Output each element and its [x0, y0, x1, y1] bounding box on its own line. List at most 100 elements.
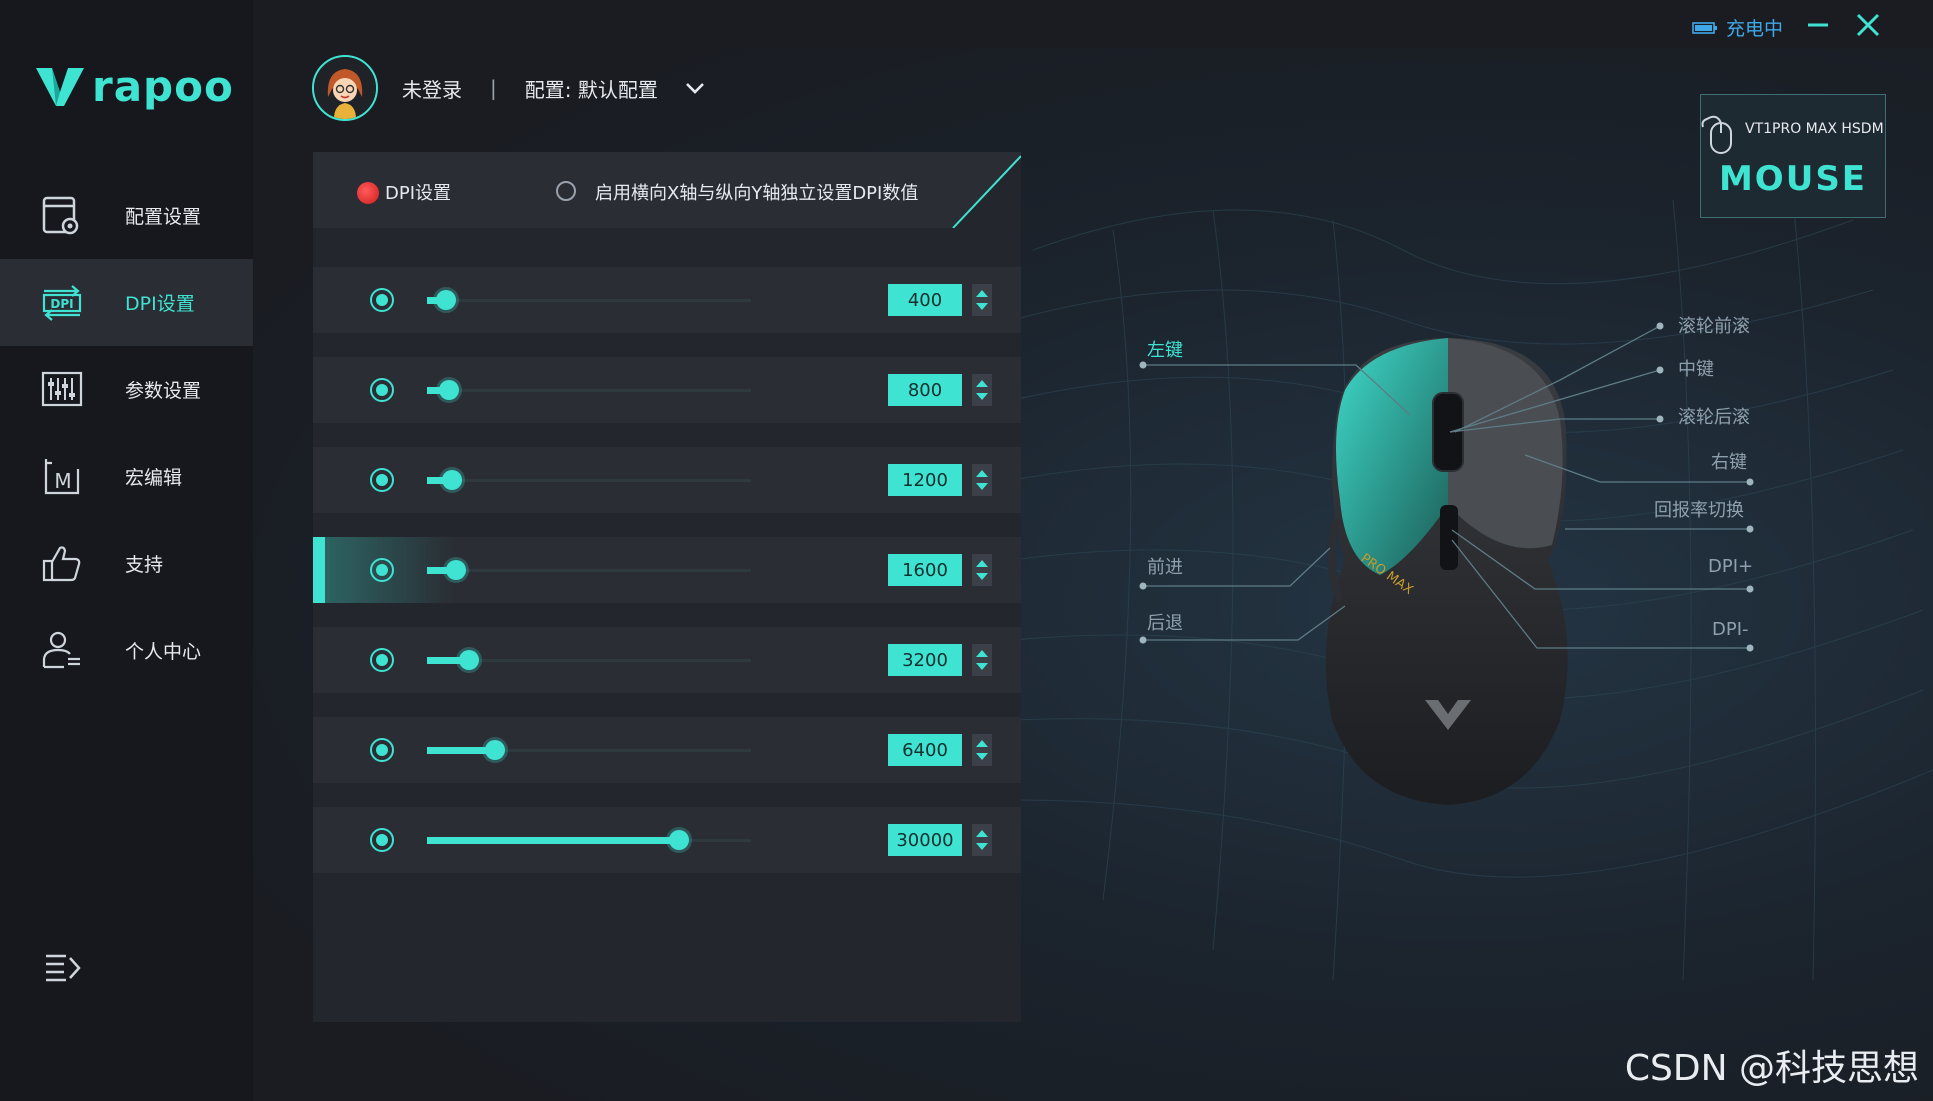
dpi-level-radio[interactable]	[370, 468, 394, 492]
xy-mode-label: 启用横向X轴与纵向Y轴独立设置DPI数值	[595, 183, 919, 204]
sidebar-item-macro-edit[interactable]: M 宏编辑	[0, 433, 253, 520]
dpi-spinner-icon[interactable]	[972, 374, 992, 406]
label-back[interactable]: 后退	[1147, 609, 1183, 635]
dpi-spinner-icon[interactable]	[972, 554, 992, 586]
dpi-panel: DPI设置 启用横向X轴与纵向Y轴独立设置DPI数值 400 800 1200 160…	[313, 152, 1021, 1022]
dpi-slider-thumb[interactable]	[442, 470, 462, 490]
sidebar-item-label: 宏编辑	[125, 467, 183, 489]
sidebar-item-label: DPI设置	[125, 293, 195, 315]
macro-icon: M	[44, 459, 80, 495]
dpi-row[interactable]: 800	[313, 357, 1021, 423]
label-forward[interactable]: 前进	[1147, 553, 1183, 579]
avatar-icon	[314, 57, 376, 119]
sidebar-item-label: 参数设置	[125, 380, 202, 402]
dpi-slider-fill	[427, 837, 673, 844]
config-selector-label[interactable]: 配置: 默认配置	[525, 74, 658, 103]
dpi-value-input[interactable]: 1600	[888, 554, 962, 586]
sidebar-item-label: 个人中心	[125, 641, 202, 663]
dpi-slider-track[interactable]	[427, 299, 751, 302]
dpi-row[interactable]: 1600	[313, 537, 1021, 603]
close-icon[interactable]	[1853, 10, 1883, 40]
menu-toggle-icon[interactable]	[42, 950, 82, 986]
dpi-spinner-icon[interactable]	[972, 284, 992, 316]
chevron-down-icon[interactable]	[684, 77, 706, 99]
dpi-slider-thumb[interactable]	[669, 830, 689, 850]
active-row-indicator	[313, 537, 325, 603]
sidebar-item-support[interactable]: 支持	[0, 520, 253, 607]
dpi-level-radio[interactable]	[370, 738, 394, 762]
label-right-click[interactable]: 右键	[1711, 448, 1747, 474]
label-wheel-down[interactable]: 滚轮后滚	[1678, 403, 1750, 429]
dpi-slider-thumb[interactable]	[439, 380, 459, 400]
xy-mode-radio[interactable]	[556, 181, 576, 201]
header-separator: |	[490, 76, 497, 100]
dpi-level-radio[interactable]	[370, 288, 394, 312]
user-center-icon	[42, 631, 80, 669]
charging-status: 充电中	[1692, 14, 1783, 41]
sidebar-item-dpi[interactable]: DPI DPI设置	[0, 259, 253, 346]
thumbs-up-icon	[42, 546, 81, 582]
dpi-slider-track[interactable]	[427, 479, 751, 482]
dpi-value-input[interactable]: 400	[888, 284, 962, 316]
dpi-level-radio[interactable]	[370, 558, 394, 582]
minimize-icon[interactable]	[1803, 10, 1833, 40]
dpi-slider-fill	[427, 747, 489, 754]
dpi-row[interactable]: 3200	[313, 627, 1021, 693]
watermark: CSDN @科技思想	[1624, 1048, 1919, 1089]
charging-text: 充电中	[1725, 18, 1783, 40]
sidebar-item-personal-center[interactable]: 个人中心	[0, 607, 253, 694]
dpi-value-input[interactable]: 800	[888, 374, 962, 406]
dpi-spinner-icon[interactable]	[972, 644, 992, 676]
dpi-level-radio[interactable]	[370, 828, 394, 852]
avatar[interactable]	[312, 55, 378, 121]
sidebar-item-label: 支持	[125, 554, 164, 576]
svg-text:M: M	[54, 469, 71, 493]
dpi-level-radio[interactable]	[370, 648, 394, 672]
user-header: 未登录 | 配置: 默认配置	[312, 55, 706, 121]
dpi-slider-track[interactable]	[427, 569, 751, 572]
label-wheel-up[interactable]: 滚轮前滚	[1678, 312, 1750, 338]
user-name[interactable]: 未登录	[402, 74, 462, 103]
dpi-slider-thumb[interactable]	[446, 560, 466, 580]
label-dpi-minus[interactable]: DPI-	[1712, 619, 1749, 640]
device-name: VT1PRO MAX HSDM	[1745, 121, 1884, 137]
dpi-spinner-icon[interactable]	[972, 824, 992, 856]
label-dpi-plus[interactable]: DPI+	[1708, 556, 1753, 577]
rapoo-logo: rapoo	[34, 62, 234, 111]
dpi-spinner-icon[interactable]	[972, 464, 992, 496]
dpi-row[interactable]: 1200	[313, 447, 1021, 513]
dpi-value-input[interactable]: 30000	[888, 824, 962, 856]
dpi-row[interactable]: 30000	[313, 807, 1021, 873]
dpi-value-input[interactable]: 3200	[888, 644, 962, 676]
dpi-icon: DPI	[42, 285, 82, 321]
label-middle[interactable]: 中键	[1678, 355, 1714, 381]
dpi-mode-radio[interactable]	[357, 182, 379, 204]
sidebar-item-parameter-settings[interactable]: 参数设置	[0, 346, 253, 433]
dpi-value-input[interactable]: 6400	[888, 734, 962, 766]
dpi-slider-track[interactable]	[427, 389, 751, 392]
dpi-slider-thumb[interactable]	[436, 290, 456, 310]
dpi-spinner-icon[interactable]	[972, 734, 992, 766]
dpi-level-radio[interactable]	[370, 378, 394, 402]
dpi-slider-thumb[interactable]	[485, 740, 505, 760]
sidebar: rapoo 配置设置 DPI DPI设置 参数设置 M 宏编辑 支持 个人中心	[0, 0, 253, 1101]
mouse-outline-icon	[1701, 115, 1732, 154]
dpi-row[interactable]: 6400	[313, 717, 1021, 783]
svg-text:DPI: DPI	[50, 297, 73, 311]
dpi-row[interactable]: 400	[313, 267, 1021, 333]
dpi-value-input[interactable]: 1200	[888, 464, 962, 496]
device-card[interactable]: VT1PRO MAX HSDM MOUSE	[1700, 94, 1886, 218]
label-left-click[interactable]: 左键	[1147, 336, 1183, 362]
dpi-mode-label: DPI设置	[385, 183, 452, 204]
battery-icon	[1692, 21, 1717, 34]
dpi-slider-thumb[interactable]	[459, 650, 479, 670]
sidebar-item-label: 配置设置	[125, 206, 202, 228]
label-report-rate[interactable]: 回报率切换	[1654, 496, 1744, 522]
brand-name: rapoo	[92, 62, 234, 111]
sliders-icon	[41, 371, 83, 407]
sidebar-nav: 配置设置 DPI DPI设置 参数设置 M 宏编辑 支持 个人中心	[0, 172, 253, 694]
profile-settings-icon	[42, 196, 79, 235]
dpi-slider-fill	[427, 657, 463, 664]
v-logo-icon	[36, 67, 84, 106]
sidebar-item-profile-settings[interactable]: 配置设置	[0, 172, 253, 259]
